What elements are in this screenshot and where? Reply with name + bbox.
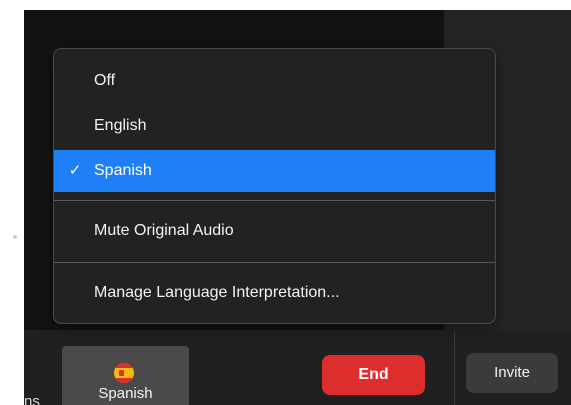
page-edge-marker xyxy=(13,235,17,239)
menu-divider xyxy=(54,262,495,263)
language-menu: Off English ✓ Spanish Mute Original Audi… xyxy=(53,48,496,324)
menu-item-label: Mute Original Audio xyxy=(94,222,234,239)
menu-item-label: Spanish xyxy=(94,162,152,179)
invite-button[interactable]: Invite xyxy=(466,353,558,393)
menu-item-mute-original-audio[interactable]: Mute Original Audio xyxy=(54,210,495,252)
meeting-toolbar: ns Spanish End Invite xyxy=(24,330,571,405)
menu-item-label: Manage Language Interpretation... xyxy=(94,284,340,301)
menu-item-spanish[interactable]: ✓ Spanish xyxy=(54,150,495,192)
spain-flag-icon xyxy=(114,363,134,383)
screen: ns Spanish End Invite Off English ✓ Span… xyxy=(0,0,571,405)
language-button-label: Spanish xyxy=(98,385,153,402)
language-interpretation-button[interactable]: Spanish xyxy=(62,346,189,405)
menu-item-label: Off xyxy=(94,72,116,89)
menu-item-off[interactable]: Off xyxy=(54,60,495,102)
menu-item-label: English xyxy=(94,117,147,134)
menu-item-manage-language-interpretation[interactable]: Manage Language Interpretation... xyxy=(54,272,495,314)
checkmark-icon: ✓ xyxy=(68,162,82,179)
menu-divider xyxy=(54,200,495,201)
toolbar-left-fragment[interactable]: ns xyxy=(24,393,40,405)
toolbar-divider xyxy=(454,330,455,405)
menu-item-english[interactable]: English xyxy=(54,105,495,147)
end-button[interactable]: End xyxy=(322,355,425,395)
